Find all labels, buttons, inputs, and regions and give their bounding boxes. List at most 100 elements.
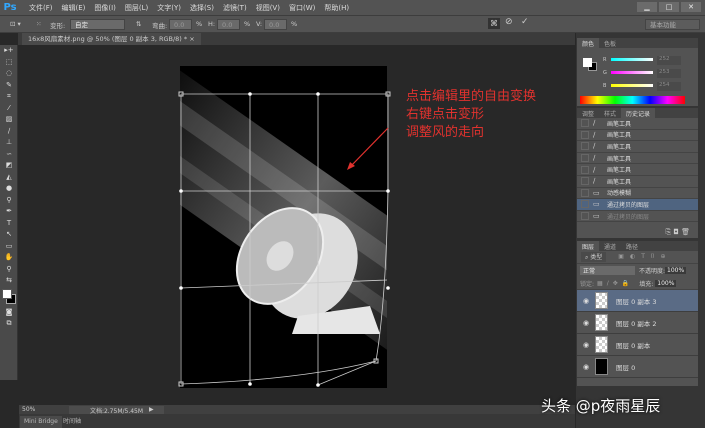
minimize-button[interactable]: ▁ xyxy=(637,2,657,12)
tab-history[interactable]: 历史记录 xyxy=(621,108,656,118)
lock-icons[interactable]: ▦∕✥🔒 xyxy=(597,280,633,287)
history-item-label: 画笔工具 xyxy=(607,143,632,151)
tab-swatches[interactable]: 色板 xyxy=(599,38,621,48)
history-item[interactable]: ▭ 动感模糊 xyxy=(577,188,698,200)
layer-filter-value: 类型 xyxy=(590,254,603,261)
layer-row[interactable]: ◉ 图层 0 副本 3 xyxy=(577,290,698,312)
layer-thumbnail xyxy=(595,336,608,353)
status-menu-arrow-icon[interactable]: ▶ xyxy=(149,406,154,413)
history-item-label: 通过拷贝的图层 xyxy=(607,213,650,221)
tab-mini-bridge[interactable]: Mini Bridge xyxy=(20,416,62,428)
fill-input[interactable]: 100% xyxy=(655,279,677,287)
brush-icon: ∕ xyxy=(593,154,596,163)
tab-channels[interactable]: 通道 xyxy=(599,241,621,251)
layer-filter-select[interactable]: ⌕ 类型 xyxy=(581,252,607,262)
history-source-checkbox[interactable] xyxy=(581,130,589,139)
g-value[interactable]: 253 xyxy=(657,69,681,78)
visibility-eye-icon[interactable]: ◉ xyxy=(577,363,595,371)
history-item[interactable]: ▭ 通过拷贝的图层 xyxy=(577,211,698,223)
foreground-color[interactable] xyxy=(583,58,592,67)
window-controls: ▁ □ ✕ xyxy=(637,2,701,12)
annotation-line-2: 右键点击变形 xyxy=(406,107,485,122)
r-value[interactable]: 252 xyxy=(657,56,681,65)
history-item[interactable]: ▭ 通过拷贝的图层 xyxy=(577,199,698,211)
visibility-eye-icon[interactable]: ◉ xyxy=(577,341,595,349)
history-source-checkbox[interactable] xyxy=(581,154,589,163)
brush-icon: ∕ xyxy=(593,165,596,174)
layers-list: ◉ 图层 0 副本 3 ◉ 图层 0 副本 2 ◉ 图层 0 副本 ◉ 图层 0 xyxy=(577,290,698,378)
history-item-label: 画笔工具 xyxy=(607,178,632,186)
layer-name: 图层 0 xyxy=(616,363,636,372)
opacity-input[interactable]: 100% xyxy=(665,267,687,274)
b-slider[interactable] xyxy=(611,84,653,87)
layer-name: 图层 0 副本 2 xyxy=(616,319,657,328)
color-spectrum[interactable] xyxy=(580,96,685,104)
history-source-checkbox[interactable] xyxy=(581,212,589,221)
visibility-eye-icon[interactable]: ◉ xyxy=(577,297,595,305)
fill-label: 填充: xyxy=(639,280,654,288)
history-list: ∕ 画笔工具 ∕ 画笔工具 ∕ 画笔工具 ∕ 画笔工具 ∕ 画笔工具 ∕ 画笔工具 ▭ 动感模糊 ▭ 通过拷贝… xyxy=(577,118,698,223)
history-source-checkbox[interactable] xyxy=(581,200,589,209)
g-label: G xyxy=(603,70,607,76)
layer-row[interactable]: ◉ 图层 0 副本 xyxy=(577,334,698,356)
annotation-line-1: 点击编辑里的自由变换 xyxy=(406,89,537,104)
history-source-checkbox[interactable] xyxy=(581,177,589,186)
history-item[interactable]: ∕ 画笔工具 xyxy=(577,118,698,130)
history-item-label: 动感模糊 xyxy=(607,190,632,198)
layer-thumbnail xyxy=(595,292,608,309)
document-icon: ▭ xyxy=(593,200,600,209)
layers-panel: 图层 通道 路径 ⌕ 类型 ▣◐T⌷⊕ 正常 不透明度: 100% 锁定: ▦∕✥🔒… xyxy=(577,241,698,386)
tab-color[interactable]: 颜色 xyxy=(577,38,600,48)
watermark: 头条 @p夜雨星辰 xyxy=(541,397,661,415)
bottom-panel-tabs: Mini Bridge 时间轴 xyxy=(19,414,575,428)
history-item-label: 画笔工具 xyxy=(607,120,632,128)
transform-warp-grid[interactable] xyxy=(0,0,575,405)
g-slider[interactable] xyxy=(611,71,653,74)
history-actions: ⎘ ◘ 🗑 xyxy=(665,228,690,237)
history-source-checkbox[interactable] xyxy=(581,119,589,128)
history-item-label: 画笔工具 xyxy=(607,167,632,175)
maximize-button[interactable]: □ xyxy=(659,2,679,12)
history-source-checkbox[interactable] xyxy=(581,188,589,197)
annotation-line-3: 调整风的走向 xyxy=(406,125,485,140)
tab-layers[interactable]: 图层 xyxy=(577,241,600,251)
history-source-checkbox[interactable] xyxy=(581,142,589,151)
brush-icon: ∕ xyxy=(593,142,596,151)
brush-icon: ∕ xyxy=(593,119,596,128)
trash-icon[interactable]: 🗑 xyxy=(681,228,690,236)
annotation-text: 点击编辑里的自由变换 右键点击变形 调整风的走向 xyxy=(406,88,536,142)
workspace-select[interactable]: 基本功能 xyxy=(645,19,700,30)
layer-name: 图层 0 副本 3 xyxy=(616,297,657,306)
snapshot-camera-icon[interactable]: ◘ xyxy=(673,228,679,236)
r-slider[interactable] xyxy=(611,58,653,61)
layer-thumbnail xyxy=(595,314,608,331)
history-item-label: 画笔工具 xyxy=(607,132,632,140)
new-document-icon[interactable]: ⎘ xyxy=(665,228,671,236)
layer-name: 图层 0 副本 xyxy=(616,341,651,350)
b-value[interactable]: 254 xyxy=(657,82,681,91)
blend-mode-select[interactable]: 正常 xyxy=(580,266,635,275)
brush-icon: ∕ xyxy=(593,130,596,139)
history-item[interactable]: ∕ 画笔工具 xyxy=(577,153,698,165)
tab-paths[interactable]: 路径 xyxy=(621,241,643,251)
document-icon: ▭ xyxy=(593,212,600,221)
tab-adjustments[interactable]: 调整 xyxy=(577,108,599,118)
history-item[interactable]: ∕ 画笔工具 xyxy=(577,141,698,153)
tab-styles[interactable]: 样式 xyxy=(599,108,621,118)
brush-icon: ∕ xyxy=(593,177,596,186)
layer-row[interactable]: ◉ 图层 0 副本 2 xyxy=(577,312,698,334)
warp-handles[interactable] xyxy=(179,92,390,387)
history-source-checkbox[interactable] xyxy=(581,165,589,174)
layer-row[interactable]: ◉ 图层 0 xyxy=(577,356,698,378)
lock-label: 锁定: xyxy=(580,280,595,288)
close-button[interactable]: ✕ xyxy=(681,2,701,12)
tab-timeline[interactable]: 时间轴 xyxy=(59,416,85,428)
document-icon: ▭ xyxy=(593,188,600,197)
history-item[interactable]: ∕ 画笔工具 xyxy=(577,164,698,176)
annotation-arrow xyxy=(349,127,389,168)
history-item[interactable]: ∕ 画笔工具 xyxy=(577,176,698,188)
history-item[interactable]: ∕ 画笔工具 xyxy=(577,130,698,142)
zoom-level[interactable]: 50% xyxy=(22,406,35,413)
layer-filter-icons[interactable]: ▣◐T⌷⊕ xyxy=(618,253,671,261)
visibility-eye-icon[interactable]: ◉ xyxy=(577,319,595,327)
